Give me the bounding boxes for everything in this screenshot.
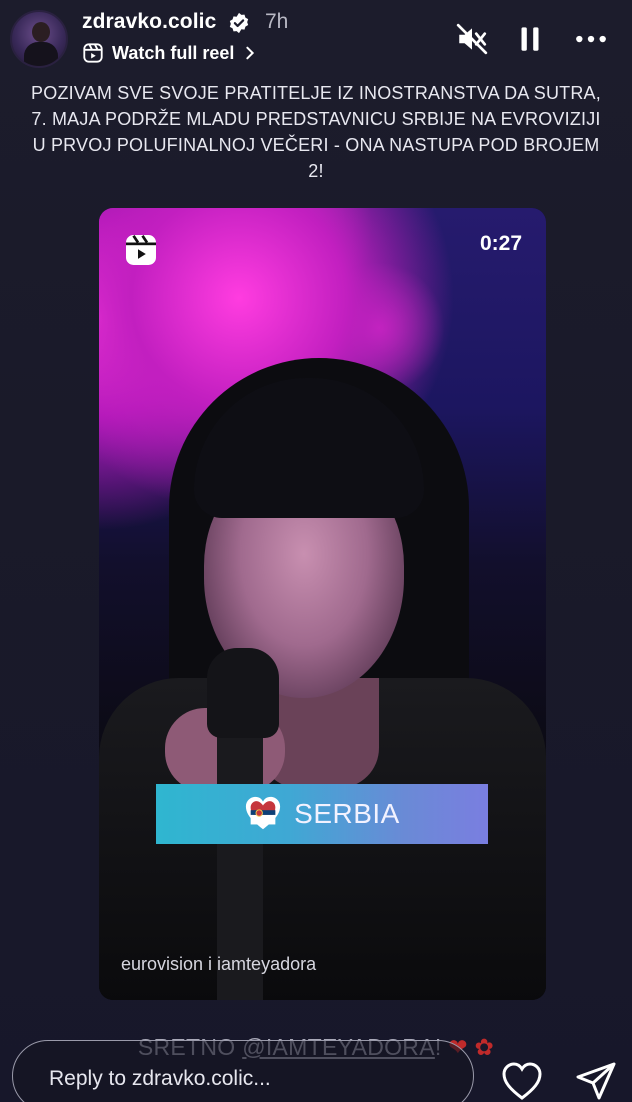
chevron-right-icon [246,46,255,60]
story-header: zdravko.colic 7h Watch full reel [0,0,632,74]
watch-full-reel-link[interactable]: Watch full reel [82,42,258,64]
watch-full-reel-label: Watch full reel [112,42,235,63]
more-options-icon[interactable] [574,22,608,56]
mute-icon[interactable] [455,22,489,56]
username[interactable]: zdravko.colic [82,10,216,34]
verified-badge-icon [229,12,249,34]
serbia-heart-icon [246,796,281,830]
send-icon[interactable] [574,1060,618,1102]
pause-icon[interactable] [513,22,547,56]
video-credit: eurovision i iamteyadora [121,954,317,974]
country-banner: SERBIA [156,784,488,844]
story-caption: POZIVAM SVE SVOJE PRATITELJE IZ INOSTRAN… [31,83,601,181]
post-time: 7h [265,10,289,33]
reels-icon [126,235,156,265]
video-duration: 0:27 [479,232,522,255]
avatar[interactable] [10,10,68,68]
microphone-head [207,648,279,738]
reels-small-icon [83,43,103,63]
avatar-body [24,42,58,66]
country-name: SERBIA [294,798,400,829]
reel-preview[interactable]: 0:27 SERBIA eurovision i iamteyadora [99,208,546,1000]
rose-emoji-icon: ✿ [474,1034,495,1060]
reply-input[interactable]: Reply to zdravko.colic... [12,1040,474,1102]
avatar-head [32,22,50,42]
reply-placeholder: Reply to zdravko.colic... [49,1067,271,1090]
like-heart-icon[interactable] [500,1060,544,1102]
